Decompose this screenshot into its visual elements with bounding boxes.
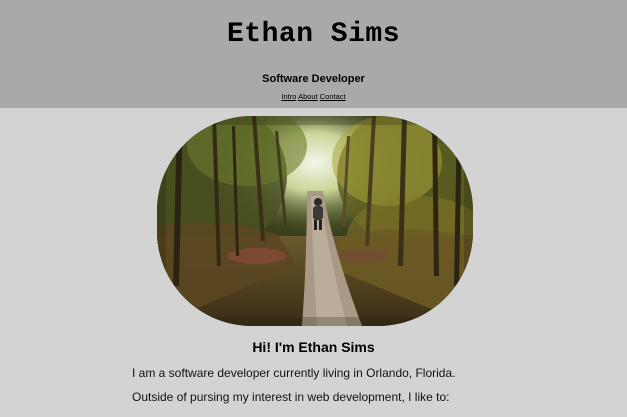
hero-image <box>157 116 473 326</box>
nav-link-about[interactable]: About <box>298 92 318 101</box>
nav-link-contact[interactable]: Contact <box>320 92 346 101</box>
forest-trail-photo <box>157 116 473 326</box>
intro-heading: Hi! I'm Ethan Sims <box>252 339 375 355</box>
site-title: Ethan Sims <box>226 19 401 50</box>
main-nav: Intro About Contact <box>0 92 627 102</box>
site-subtitle: Software Developer <box>262 73 365 85</box>
intro-paragraph-location: I am a software developer currently livi… <box>132 366 456 380</box>
nav-link-intro[interactable]: Intro <box>281 92 296 101</box>
intro-paragraph-interests: Outside of pursing my interest in web de… <box>132 390 450 404</box>
site-header: Ethan Sims Software Developer Intro Abou… <box>0 0 627 108</box>
